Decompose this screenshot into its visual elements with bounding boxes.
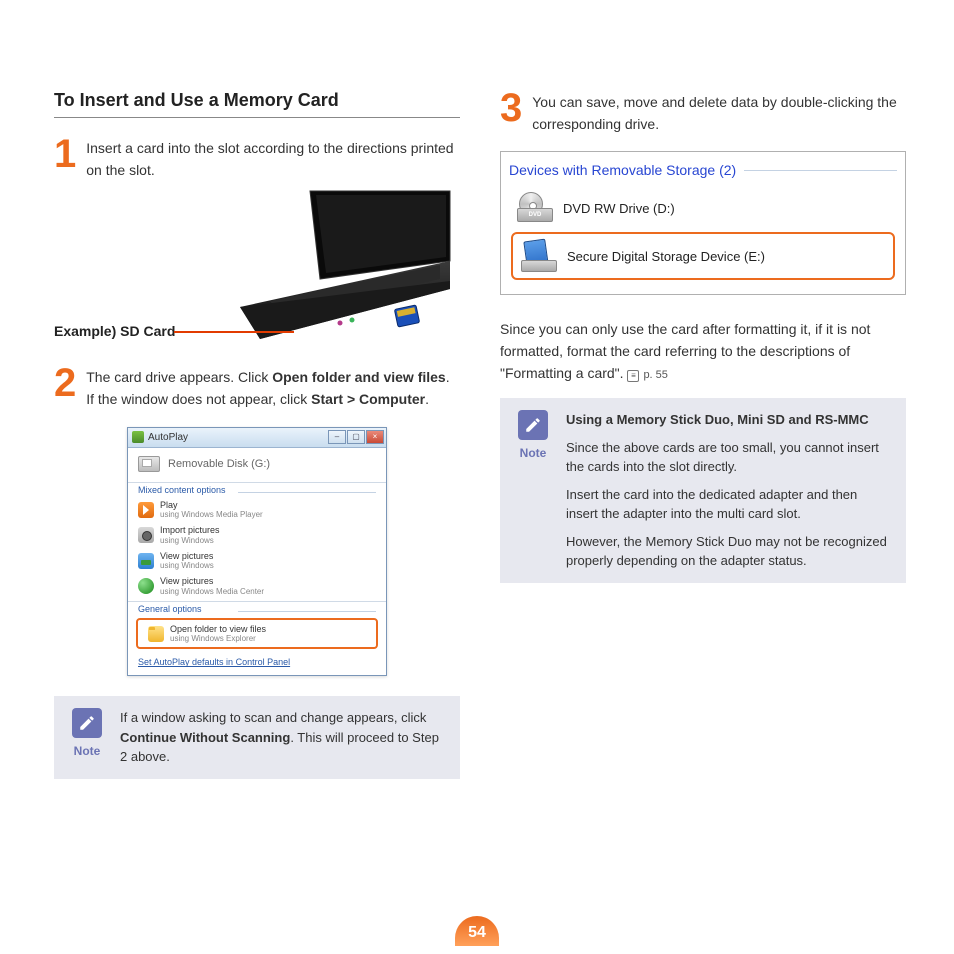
play-icon [138,502,154,518]
note-bold: Continue Without Scanning [120,730,290,745]
removable-disk-icon [138,456,160,472]
step2-pre: The card drive appears. Click [86,369,272,385]
step-number-2: 2 [54,365,76,401]
pictures-icon [138,553,154,569]
step-2: 2 The card drive appears. Click Open fol… [54,365,460,410]
right-column: 3 You can save, move and delete data by … [500,90,906,779]
page-number-badge: 54 [455,916,499,946]
section-title: To Insert and Use a Memory Card [54,90,460,118]
opt-play-sub: using Windows Media Player [160,510,263,519]
autoplay-window: AutoPlay – ▢ × Removable Disk (G:) Mixed… [127,427,387,677]
sd-device-highlight: Secure Digital Storage Device (E:) [511,232,895,280]
step-number-3: 3 [500,90,522,126]
step-1: 1 Insert a card into the slot according … [54,136,460,181]
page-reference-icon: ≡ [627,370,639,382]
window-titlebar: AutoPlay – ▢ × [128,428,386,448]
laptop-illustration: Example) SD Card [54,195,460,355]
option-view-pictures-mce[interactable]: View pictures using Windows Media Center [128,573,386,599]
window-buttons: – ▢ × [328,430,384,444]
dvd-badge: DVD [517,208,553,222]
laptop-svg [200,189,460,349]
step-2-text: The card drive appears. Click Open folde… [86,365,460,410]
devices-header: Devices with Removable Storage (2) [509,162,897,178]
option-open-folder[interactable]: Open folder to view files using Windows … [138,621,376,647]
device-sd[interactable]: Secure Digital Storage Device (E:) [513,234,893,278]
note-pencil-icon [72,708,102,738]
note-body: If a window asking to scan and change ap… [120,708,446,767]
note-p3: However, the Memory Stick Duo may not be… [566,532,892,571]
note-p2: Insert the card into the dedicated adapt… [566,485,892,524]
manual-page: To Insert and Use a Memory Card 1 Insert… [0,0,954,809]
dvd-drive-icon: DVD [517,194,553,222]
step2-bold2: Start > Computer [311,391,425,407]
note-label: Note [514,444,552,462]
step-1-text: Insert a card into the slot according to… [86,136,460,181]
window-title: AutoPlay [148,432,188,443]
sd-label: Secure Digital Storage Device (E:) [567,249,765,264]
drive-name: Removable Disk (G:) [168,458,270,470]
note-pencil-icon [518,410,548,440]
option-import-pictures[interactable]: Import pictures using Windows [128,522,386,548]
note-label: Note [68,742,106,760]
opt-view1-title: View pictures [160,551,214,561]
devices-header-line [744,170,897,171]
page-reference-text: p. 55 [643,367,667,384]
callout-line [174,331,294,333]
devices-panel: Devices with Removable Storage (2) DVD D… [500,151,906,295]
opt-view2-title: View pictures [160,576,264,586]
device-dvd[interactable]: DVD DVD RW Drive (D:) [509,188,897,228]
option-view-pictures-windows[interactable]: View pictures using Windows [128,548,386,574]
camera-icon [138,527,154,543]
opt-view1-sub: using Windows [160,561,214,570]
page-reference: ≡ p. 55 [627,367,667,384]
media-center-icon [138,578,154,594]
devices-header-text: Devices with Removable Storage (2) [509,162,736,178]
folder-icon [148,626,164,642]
highlighted-open-folder: Open folder to view files using Windows … [136,618,378,650]
autoplay-defaults-link[interactable]: Set AutoPlay defaults in Control Panel [128,651,386,675]
close-button[interactable]: × [366,430,384,444]
opt-open-sub: using Windows Explorer [170,634,266,643]
opt-view2-sub: using Windows Media Center [160,587,264,596]
example-sd-card-label: Example) SD Card [54,323,175,339]
group-mixed-content: Mixed content options [128,482,386,497]
step-3: 3 You can save, move and delete data by … [500,90,906,135]
note-memory-stick: Note Using a Memory Stick Duo, Mini SD a… [500,398,906,583]
note-scan-change: Note If a window asking to scan and chan… [54,696,460,779]
opt-open-title: Open folder to view files [170,624,266,634]
formatting-paragraph: Since you can only use the card after fo… [500,319,906,384]
dvd-label: DVD RW Drive (D:) [563,201,675,216]
step-number-1: 1 [54,136,76,172]
minimize-button[interactable]: – [328,430,346,444]
step-3-text: You can save, move and delete data by do… [532,90,906,135]
drive-header: Removable Disk (G:) [128,448,386,480]
note-heading: Using a Memory Stick Duo, Mini SD and RS… [566,410,892,430]
left-column: To Insert and Use a Memory Card 1 Insert… [54,90,460,779]
note-pre: If a window asking to scan and change ap… [120,710,426,725]
sd-device-icon [521,240,557,272]
group-general-options: General options [128,601,386,616]
formatting-text: Since you can only use the card after fo… [500,321,870,380]
opt-import-sub: using Windows [160,536,220,545]
step2-bold1: Open folder and view files [272,369,445,385]
step2-post: . [425,391,429,407]
opt-play-title: Play [160,500,263,510]
note-body: Using a Memory Stick Duo, Mini SD and RS… [566,410,892,571]
option-play[interactable]: Play using Windows Media Player [128,497,386,523]
maximize-button[interactable]: ▢ [347,430,365,444]
autoplay-app-icon [132,431,144,443]
note-p1: Since the above cards are too small, you… [566,438,892,477]
opt-import-title: Import pictures [160,525,220,535]
